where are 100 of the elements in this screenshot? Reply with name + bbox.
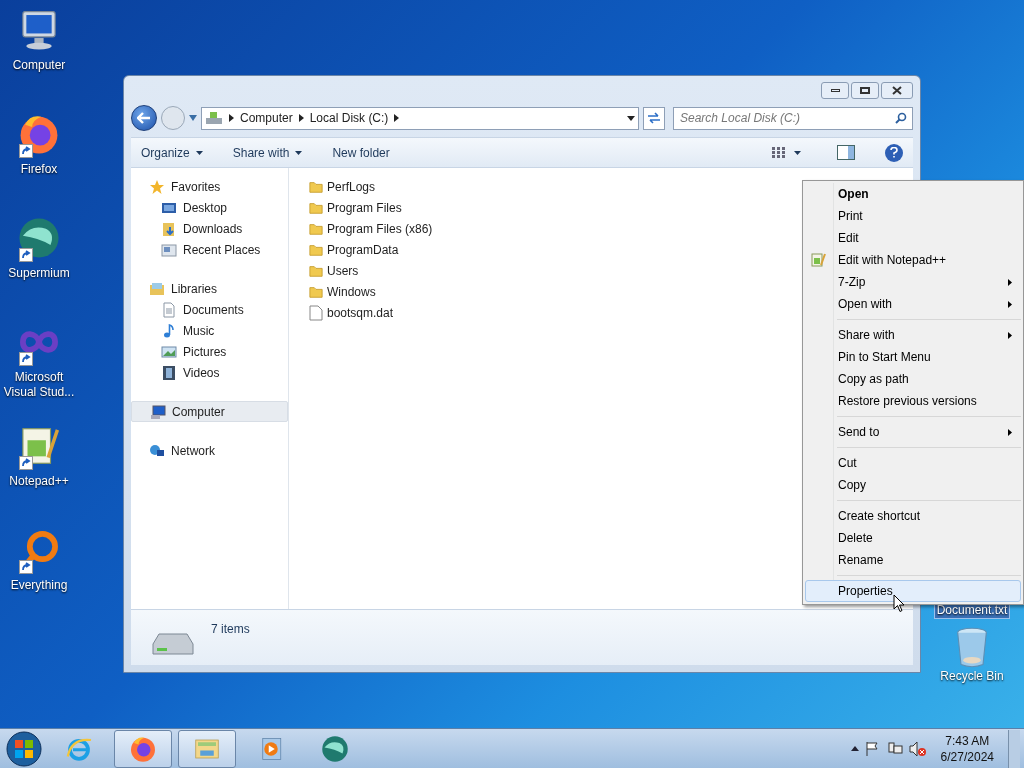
folder-icon bbox=[309, 284, 323, 299]
chevron-right-icon bbox=[394, 114, 400, 122]
nav-item[interactable]: Downloads bbox=[131, 218, 288, 239]
desktop-icon[interactable]: Everything bbox=[0, 526, 78, 622]
breadcrumb[interactable]: Computer bbox=[240, 109, 293, 127]
menu-item[interactable]: Rename bbox=[805, 549, 1021, 571]
submenu-arrow-icon bbox=[1008, 278, 1012, 286]
desktop-icon[interactable]: Firefox bbox=[0, 110, 78, 206]
shortcut-arrow-icon bbox=[19, 144, 33, 158]
computer-icon bbox=[150, 403, 166, 420]
icon-label: Everything bbox=[10, 578, 68, 593]
nav-item[interactable]: Videos bbox=[131, 362, 288, 383]
nav-item[interactable]: Libraries bbox=[131, 278, 288, 299]
caret-icon bbox=[195, 150, 203, 155]
minimize-button[interactable] bbox=[821, 82, 849, 99]
toolbar-button[interactable]: Organize bbox=[141, 143, 203, 162]
folder-icon bbox=[309, 242, 323, 257]
window-icon bbox=[161, 241, 177, 258]
refresh-button[interactable] bbox=[643, 106, 665, 130]
nav-item[interactable]: Computer bbox=[131, 401, 288, 422]
network-icon bbox=[886, 740, 903, 757]
icon-label: Notepad++ bbox=[9, 474, 69, 489]
question-mark-icon bbox=[890, 147, 898, 158]
menu-item[interactable]: Edit bbox=[805, 227, 1021, 249]
maximize-button[interactable] bbox=[851, 82, 879, 99]
icon-label: Firefox bbox=[20, 162, 58, 177]
menu-item[interactable]: Open bbox=[805, 183, 1021, 205]
item-count: 7 items bbox=[211, 621, 250, 638]
menu-item[interactable]: Restore previous versions bbox=[805, 390, 1021, 412]
folder-icon bbox=[309, 221, 323, 236]
dropdown-arrow-icon bbox=[627, 115, 635, 121]
breadcrumb[interactable]: Local Disk (C:) bbox=[309, 109, 389, 127]
close-button[interactable] bbox=[881, 82, 913, 99]
caret-up-icon bbox=[850, 746, 859, 751]
chevron-right-icon bbox=[229, 114, 234, 122]
start-button[interactable] bbox=[4, 729, 44, 768]
caret-icon bbox=[189, 115, 197, 121]
menu-item[interactable]: Delete bbox=[805, 527, 1021, 549]
toolbar-button[interactable]: New folder bbox=[332, 143, 390, 162]
drive-icon bbox=[205, 110, 223, 126]
folder-icon bbox=[309, 263, 323, 278]
desktop-icon[interactable]: Supermium bbox=[0, 214, 78, 310]
menu-item[interactable]: Send to bbox=[805, 421, 1021, 443]
clock-time: 7:43 AM bbox=[945, 732, 990, 749]
menu-item[interactable]: Print bbox=[805, 205, 1021, 227]
menu-item[interactable]: Properties bbox=[805, 580, 1021, 602]
clock-date: 6/27/2024 bbox=[940, 748, 994, 765]
menu-item[interactable]: Pin to Start Menu bbox=[805, 346, 1021, 368]
shortcut-arrow-icon bbox=[19, 456, 33, 470]
menu-item[interactable]: Copy as path bbox=[805, 368, 1021, 390]
music-note-icon bbox=[161, 322, 177, 339]
menu-item[interactable]: 7-Zip bbox=[805, 271, 1021, 293]
nav-item[interactable]: Desktop bbox=[131, 197, 288, 218]
shortcut-arrow-icon bbox=[19, 560, 33, 574]
speaker-muted-icon bbox=[908, 740, 927, 757]
clock[interactable]: 7:43 AM 6/27/2024 bbox=[932, 732, 1002, 765]
icon-label: Microsoft Visual Stud... bbox=[2, 370, 76, 400]
menu-item[interactable]: Edit with Notepad++ bbox=[805, 249, 1021, 271]
toolbar-button[interactable]: Share with bbox=[232, 143, 303, 162]
desktop-icon[interactable]: Microsoft Visual Stud... bbox=[0, 318, 78, 414]
grid-icon bbox=[772, 146, 786, 159]
nav-item[interactable]: Music bbox=[131, 320, 288, 341]
refresh-arrows-icon bbox=[647, 112, 661, 124]
views-button[interactable] bbox=[772, 146, 801, 159]
taskbar-button[interactable] bbox=[178, 729, 236, 768]
menu-item[interactable]: Cut bbox=[805, 452, 1021, 474]
search-field[interactable]: Search Local Disk (C:) bbox=[673, 106, 913, 130]
shortcut-arrow-icon bbox=[19, 248, 33, 262]
menu-item[interactable]: Create shortcut bbox=[805, 505, 1021, 527]
menu-item[interactable]: Share with bbox=[805, 324, 1021, 346]
menu-item[interactable]: Open with bbox=[805, 293, 1021, 315]
submenu-arrow-icon bbox=[1008, 300, 1012, 308]
flag-icon bbox=[864, 740, 881, 757]
nav-item[interactable]: Recent Places bbox=[131, 239, 288, 260]
help-button[interactable] bbox=[885, 143, 903, 162]
nav-item[interactable]: Pictures bbox=[131, 341, 288, 362]
nav-item[interactable]: Documents bbox=[131, 299, 288, 320]
back-button[interactable] bbox=[131, 105, 157, 131]
shortcut-arrow-icon bbox=[19, 352, 33, 366]
windows-logo-icon bbox=[6, 730, 42, 767]
folder-icon bbox=[309, 179, 323, 194]
star-icon bbox=[149, 178, 165, 195]
taskbar-button[interactable] bbox=[114, 729, 172, 768]
picture-icon bbox=[161, 343, 177, 360]
arrow-left-icon bbox=[137, 112, 151, 124]
submenu-arrow-icon bbox=[1008, 331, 1012, 339]
search-icon bbox=[895, 111, 907, 124]
globe-icon bbox=[149, 442, 165, 459]
desktop-icon[interactable]: Computer bbox=[0, 6, 78, 102]
document-icon bbox=[309, 304, 323, 321]
menu-item[interactable]: Copy bbox=[805, 474, 1021, 496]
chevron-right-icon bbox=[298, 114, 304, 122]
icon-label: Recycle Bin bbox=[939, 669, 1005, 684]
icon-label: Computer bbox=[12, 58, 66, 73]
preview-pane-button[interactable] bbox=[837, 145, 855, 160]
address-bar[interactable]: Computer Local Disk (C:) bbox=[201, 106, 639, 130]
download-folder-icon bbox=[161, 220, 177, 237]
nav-item[interactable]: Network bbox=[131, 440, 288, 461]
nav-item[interactable]: Favorites bbox=[131, 176, 288, 197]
desktop-icon[interactable]: Notepad++ bbox=[0, 422, 78, 518]
